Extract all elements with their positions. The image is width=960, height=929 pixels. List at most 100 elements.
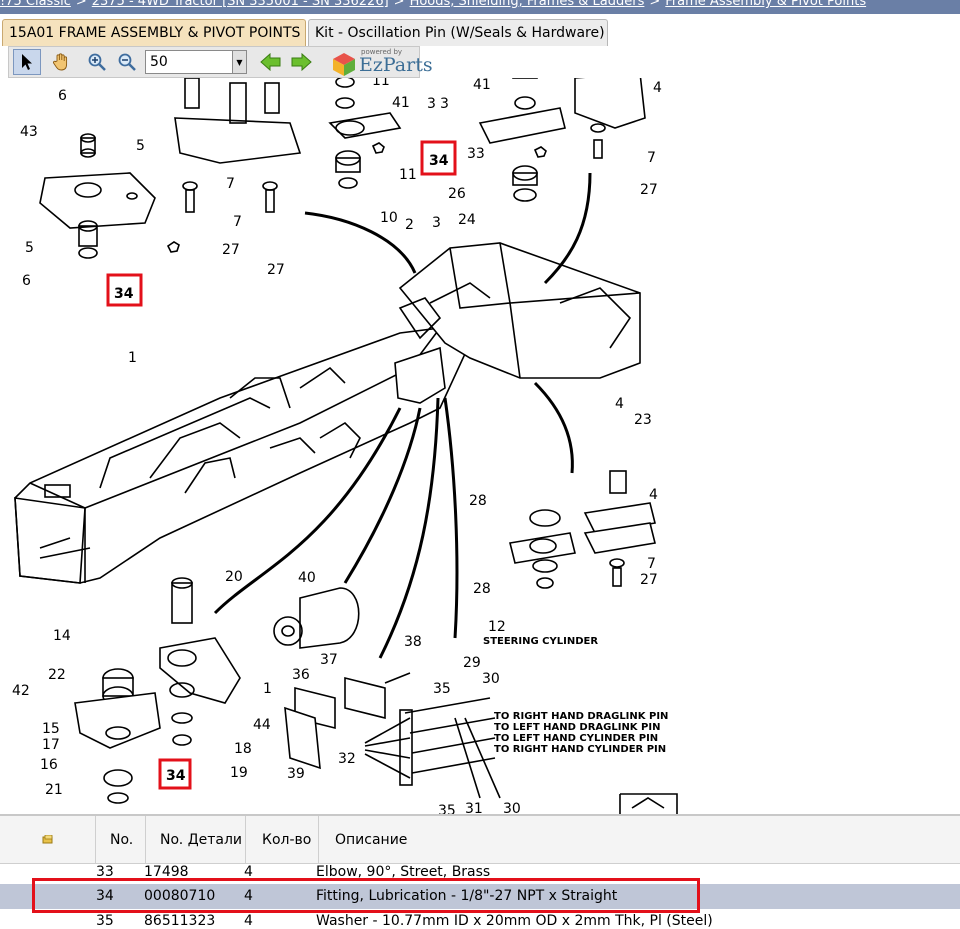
back-button[interactable] xyxy=(257,49,285,75)
callout-11[interactable]: 11 xyxy=(399,167,417,183)
callout-44[interactable]: 44 xyxy=(253,717,271,733)
ezparts-logo: powered by EzParts xyxy=(327,47,437,79)
callout-10[interactable]: 10 xyxy=(380,210,398,226)
callout-40[interactable]: 40 xyxy=(298,570,316,586)
callout-1[interactable]: 1 xyxy=(263,681,272,697)
tab-frame-assembly[interactable]: 15A01 FRAME ASSEMBLY & PIVOT POINTS xyxy=(2,19,306,46)
callout-42[interactable]: 42 xyxy=(12,683,30,699)
callout-35[interactable]: 35 xyxy=(433,681,451,697)
callout-43[interactable]: 43 xyxy=(20,124,38,140)
callout-5[interactable]: 5 xyxy=(136,138,145,154)
callout-4[interactable]: 4 xyxy=(653,80,662,96)
callout-27[interactable]: 27 xyxy=(640,572,658,588)
label-steering-cylinder[interactable]: STEERING CYLINDER xyxy=(483,636,598,647)
callout-24[interactable]: 24 xyxy=(458,212,476,228)
cell-no: 35 xyxy=(96,913,114,929)
callout-6[interactable]: 6 xyxy=(22,273,31,289)
callout-3[interactable]: 3 xyxy=(432,215,441,231)
breadcrumb-item-frame-assembly[interactable]: Frame Assembly & Pivot Points xyxy=(665,0,866,9)
callout-41[interactable]: 41 xyxy=(473,78,491,93)
column-header-no[interactable]: No. xyxy=(96,816,146,864)
callout-34[interactable]: 34 xyxy=(166,768,186,784)
cell-part-number: 17498 xyxy=(144,864,189,880)
breadcrumb-item-tractor[interactable]: 2375 - 4WD Tractor [SN 335001 - SN 33622… xyxy=(92,0,389,9)
zoom-level-value: 50 xyxy=(150,54,168,70)
breadcrumb-separator: > xyxy=(649,0,661,9)
table-row[interactable]: 35 86511323 4 Washer - 10.77mm ID x 20mm… xyxy=(0,909,960,929)
zoom-in-button[interactable] xyxy=(83,49,111,75)
cell-part-number: 00080710 xyxy=(144,888,216,904)
zoom-out-button[interactable] xyxy=(113,49,141,75)
breadcrumb-separator: > xyxy=(393,0,405,9)
frame-assembly-exploded-view[interactable]: 6 43 5 5 6 34 27 7 27 7 11 41 3 34 11 10… xyxy=(0,78,960,814)
callout-34[interactable]: 34 xyxy=(429,153,449,169)
callout-4[interactable]: 4 xyxy=(649,487,658,503)
callout-30[interactable]: 30 xyxy=(482,671,500,687)
breadcrumb-item-classic[interactable]: !75 Classic xyxy=(0,0,71,9)
table-row[interactable]: 33 17498 4 Elbow, 90°, Street, Brass xyxy=(0,860,960,885)
cell-no: 33 xyxy=(96,864,114,880)
callout-4[interactable]: 4 xyxy=(615,396,624,412)
chevron-down-icon[interactable]: ▼ xyxy=(232,51,246,73)
label-right-cylinder-pin[interactable]: TO RIGHT HAND CYLINDER PIN xyxy=(494,744,666,755)
callout-3[interactable]: 3 xyxy=(427,96,436,112)
callout-41[interactable]: 41 xyxy=(392,95,410,111)
breadcrumb-item-hoods[interactable]: Hoods, Shielding, Frames & Ladders xyxy=(410,0,645,9)
callout-27[interactable]: 27 xyxy=(222,242,240,258)
callout-21[interactable]: 21 xyxy=(45,782,63,798)
callout-17[interactable]: 17 xyxy=(42,737,60,753)
select-tool-button[interactable] xyxy=(13,49,41,75)
callout-29[interactable]: 29 xyxy=(463,655,481,671)
forward-button[interactable] xyxy=(287,49,315,75)
forward-arrow-icon xyxy=(291,53,312,71)
callout-20[interactable]: 20 xyxy=(225,569,243,585)
callout-18[interactable]: 18 xyxy=(234,741,252,757)
callout-7[interactable]: 7 xyxy=(647,150,656,166)
label-left-draglink-pin[interactable]: TO LEFT HAND DRAGLINK PIN xyxy=(494,722,660,733)
zoom-level-select[interactable]: 50 ▼ xyxy=(145,50,247,74)
callout-30[interactable]: 30 xyxy=(503,801,521,814)
callout-36[interactable]: 36 xyxy=(292,667,310,683)
parts-diagram[interactable]: 6 43 5 5 6 34 27 7 27 7 11 41 3 34 11 10… xyxy=(0,78,960,814)
column-header-part-number[interactable]: No. Детали xyxy=(146,816,246,864)
callout-16[interactable]: 16 xyxy=(40,757,58,773)
callout-35[interactable]: 35 xyxy=(438,803,456,814)
callout-22[interactable]: 22 xyxy=(48,667,66,683)
callout-3[interactable]: 3 xyxy=(440,96,449,112)
zoom-in-icon xyxy=(88,53,106,71)
callout-12[interactable]: 12 xyxy=(488,619,506,635)
callout-6[interactable]: 6 xyxy=(58,88,67,104)
callout-27[interactable]: 27 xyxy=(267,262,285,278)
callout-15[interactable]: 15 xyxy=(42,721,60,737)
callout-33[interactable]: 33 xyxy=(467,146,485,162)
label-right-draglink-pin[interactable]: TO RIGHT HAND DRAGLINK PIN xyxy=(494,711,668,722)
callout-28[interactable]: 28 xyxy=(473,581,491,597)
callout-26[interactable]: 26 xyxy=(448,186,466,202)
breadcrumb: !75 Classic >2375 - 4WD Tractor [SN 33500… xyxy=(0,0,960,14)
callout-32[interactable]: 32 xyxy=(338,751,356,767)
callout-27[interactable]: 27 xyxy=(640,182,658,198)
label-left-cylinder-pin[interactable]: TO LEFT HAND CYLINDER PIN xyxy=(494,733,658,744)
callout-28[interactable]: 28 xyxy=(469,493,487,509)
callout-7[interactable]: 7 xyxy=(233,214,242,230)
callout-19[interactable]: 19 xyxy=(230,765,248,781)
callout-11[interactable]: 11 xyxy=(372,78,390,89)
callout-7[interactable]: 7 xyxy=(226,176,235,192)
callout-23[interactable]: 23 xyxy=(634,412,652,428)
callout-2[interactable]: 2 xyxy=(405,217,414,233)
callout-7[interactable]: 7 xyxy=(647,556,656,572)
callout-31[interactable]: 31 xyxy=(465,801,483,814)
callout-1[interactable]: 1 xyxy=(128,350,137,366)
column-header-cart[interactable] xyxy=(0,816,96,864)
tab-oscillation-pin-kit[interactable]: Kit - Oscillation Pin (W/Seals & Hardwar… xyxy=(308,19,608,46)
callout-37[interactable]: 37 xyxy=(320,652,338,668)
callout-38[interactable]: 38 xyxy=(404,634,422,650)
column-header-description[interactable]: Описание xyxy=(319,816,960,864)
callout-34[interactable]: 34 xyxy=(114,286,134,302)
callout-39[interactable]: 39 xyxy=(287,766,305,782)
pan-tool-button[interactable] xyxy=(47,49,75,75)
table-row-selected[interactable]: 34 00080710 4 Fitting, Lubrication - 1/8… xyxy=(0,884,960,909)
callout-5[interactable]: 5 xyxy=(25,240,34,256)
callout-14[interactable]: 14 xyxy=(53,628,71,644)
column-header-quantity[interactable]: Кол-во xyxy=(246,816,319,864)
